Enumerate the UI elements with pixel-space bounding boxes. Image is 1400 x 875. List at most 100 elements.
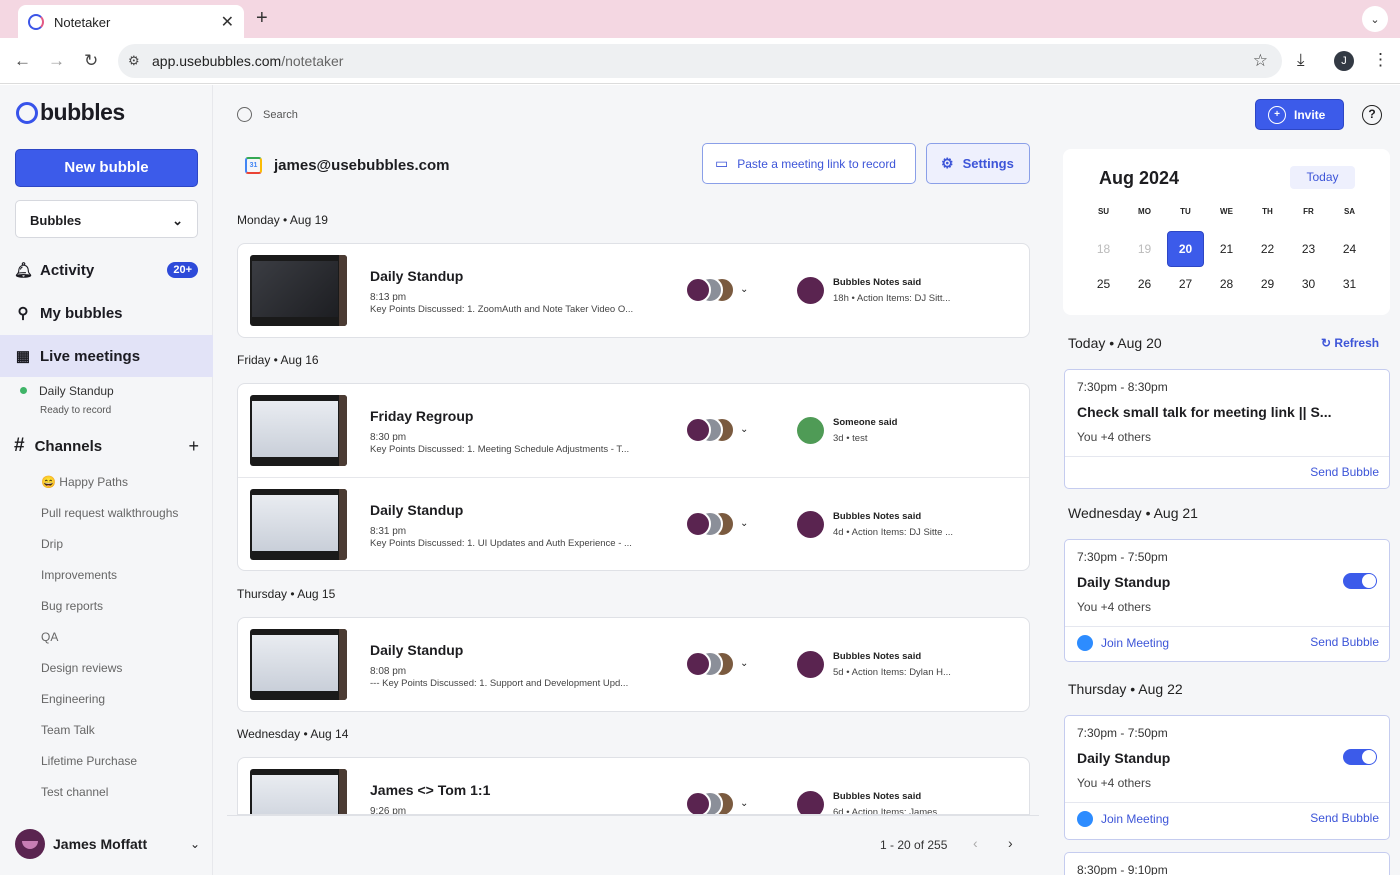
channel-item[interactable]: Team Talk [41, 723, 95, 737]
meeting-thumbnail[interactable] [250, 629, 347, 700]
tab-search-chevron-icon[interactable]: ⌄ [1362, 6, 1388, 32]
close-tab-icon[interactable]: ✕ [221, 12, 234, 32]
sidebar-item-activity[interactable]: 🔔︎ Activity 20+ [0, 250, 213, 290]
more-menu-icon[interactable]: ⋮ [1372, 50, 1389, 70]
chevron-down-icon[interactable]: ⌄ [740, 518, 748, 529]
new-tab-icon[interactable]: + [256, 7, 268, 30]
sidebar-item-live-meetings[interactable]: ▦ Live meetings [0, 335, 213, 377]
send-bubble-button[interactable]: Send Bubble [1310, 635, 1379, 649]
prev-page-icon[interactable]: ‹ [973, 835, 978, 851]
new-bubble-button[interactable]: New bubble [15, 149, 198, 187]
user-name: James Moffatt [53, 836, 148, 852]
meeting-row[interactable]: Friday Regroup 8:30 pm Key Points Discus… [238, 384, 1029, 477]
channel-item[interactable]: Engineering [41, 692, 105, 706]
channel-item[interactable]: Lifetime Purchase [41, 754, 137, 768]
settings-button[interactable]: ⚙ Settings [926, 143, 1030, 184]
paste-meeting-link-button[interactable]: ▭ Paste a meeting link to record [702, 143, 916, 184]
comment-author: Bubbles Notes said [833, 651, 922, 662]
event-card[interactable]: 7:30pm - 7:50pm Daily Standup You +4 oth… [1064, 715, 1390, 840]
avatar [15, 829, 45, 859]
send-bubble-button[interactable]: Send Bubble [1310, 465, 1379, 479]
calendar-day[interactable]: 27 [1165, 277, 1206, 291]
join-meeting-link[interactable]: Join Meeting [1077, 811, 1169, 827]
event-title: Check small talk for meeting link || S..… [1077, 404, 1332, 420]
forward-icon[interactable]: → [48, 51, 65, 71]
calendar-day[interactable]: 21 [1206, 231, 1247, 267]
record-toggle[interactable] [1343, 749, 1377, 765]
channel-item[interactable]: Test channel [41, 785, 108, 799]
invite-button[interactable]: + Invite [1255, 99, 1344, 130]
calendar-day[interactable]: 19 [1124, 231, 1165, 267]
today-button[interactable]: Today [1290, 166, 1355, 189]
join-label: Join Meeting [1101, 636, 1170, 650]
meeting-row[interactable]: Daily Standup 8:13 pm Key Points Discuss… [238, 244, 1029, 337]
channel-item[interactable]: Drip [41, 537, 63, 551]
chevron-down-icon[interactable]: ⌄ [740, 798, 748, 809]
help-icon[interactable]: ? [1362, 105, 1382, 125]
event-card[interactable]: 8:30pm - 9:10pm [1064, 852, 1390, 875]
weekday-header: SU MO TU WE TH FR SA [1083, 207, 1370, 216]
event-card[interactable]: 7:30pm - 8:30pm Check small talk for mee… [1064, 369, 1390, 489]
chevron-down-icon[interactable]: ⌄ [740, 658, 748, 669]
video-camera-icon: ▭ [715, 155, 729, 171]
day-heading: Thursday • Aug 22 [1068, 681, 1183, 697]
channel-item[interactable]: QA [41, 630, 58, 644]
workspace-select-value: Bubbles [30, 213, 82, 228]
workspace-select[interactable]: Bubbles ⌄ [15, 200, 198, 238]
calendar-day[interactable]: 28 [1206, 277, 1247, 291]
channel-item[interactable]: 😄 Happy Paths [41, 475, 128, 489]
participant-avatars [685, 791, 737, 814]
calendar-month: Aug 2024 [1099, 168, 1180, 188]
bookmark-star-icon[interactable]: ☆ [1253, 51, 1268, 71]
profile-avatar[interactable]: J [1334, 51, 1354, 71]
record-toggle[interactable] [1343, 573, 1377, 589]
meeting-thumbnail[interactable] [250, 489, 347, 560]
next-page-icon[interactable]: › [1008, 835, 1013, 851]
calendar-day[interactable]: 18 [1083, 231, 1124, 267]
live-meeting-status: Ready to record [40, 405, 112, 416]
calendar-day[interactable]: 26 [1124, 277, 1165, 291]
meeting-row[interactable]: Daily Standup 8:08 pm --- Key Points Dis… [238, 618, 1029, 711]
site-info-icon[interactable]: ⚙ [128, 53, 140, 69]
channel-item[interactable]: Improvements [41, 568, 117, 582]
back-icon[interactable]: ← [14, 51, 31, 71]
event-card[interactable]: 7:30pm - 7:50pm Daily Standup You +4 oth… [1064, 539, 1390, 662]
sidebar-item-label: My bubbles [40, 304, 123, 322]
commenter-avatar [797, 791, 824, 814]
refresh-button[interactable]: ↻ Refresh [1321, 336, 1379, 350]
channel-item[interactable]: Bug reports [41, 599, 103, 613]
chevron-down-icon[interactable]: ⌄ [740, 284, 748, 295]
sidebar-item-my-bubbles[interactable]: ⚲ My bubbles [0, 293, 213, 333]
tab-notetaker[interactable]: Notetaker ✕ [18, 5, 244, 39]
calendar-day[interactable]: 30 [1288, 277, 1329, 291]
calendar-day[interactable]: 22 [1247, 231, 1288, 267]
meeting-row[interactable]: Daily Standup 8:31 pm Key Points Discuss… [238, 477, 1029, 570]
channels-header[interactable]: # Channels + [14, 435, 199, 457]
meeting-thumbnail[interactable] [250, 395, 347, 466]
join-meeting-link[interactable]: Join Meeting [1077, 635, 1169, 651]
chevron-down-icon[interactable]: ⌄ [740, 424, 748, 435]
calendar-day[interactable]: 29 [1247, 277, 1288, 291]
send-bubble-button[interactable]: Send Bubble [1310, 811, 1379, 825]
calendar-day-selected[interactable]: 20 [1167, 231, 1204, 267]
user-menu[interactable]: James Moffatt ⌄ [15, 829, 200, 859]
event-footer: Send Bubble [1065, 456, 1389, 488]
download-icon[interactable]: ⤓ [1297, 50, 1305, 70]
address-bar[interactable]: ⚙ app.usebubbles.com/notetaker ☆ [118, 44, 1282, 78]
meeting-summary: Key Points Discussed: 1. ZoomAuth and No… [370, 304, 634, 315]
channel-item[interactable]: Design reviews [41, 661, 122, 675]
channel-item[interactable]: Pull request walkthroughs [41, 506, 178, 520]
meeting-summary: Key Points Discussed: 1. UI Updates and … [370, 538, 632, 549]
reload-icon[interactable]: ↻ [84, 51, 98, 71]
meeting-thumbnail[interactable] [250, 769, 347, 814]
bubbles-logo[interactable]: bubbles [16, 99, 125, 126]
meeting-thumbnail[interactable] [250, 255, 347, 326]
calendar-day[interactable]: 25 [1083, 277, 1124, 291]
calendar-day[interactable]: 24 [1329, 231, 1370, 267]
live-meeting-item[interactable]: Daily Standup Ready to record [20, 382, 114, 416]
calendar-day[interactable]: 23 [1288, 231, 1329, 267]
meeting-row[interactable]: James <> Tom 1:1 9:26 pm ⌄ Bubbles Notes… [238, 758, 1029, 814]
search-input[interactable]: Search [237, 107, 298, 122]
calendar-day[interactable]: 31 [1329, 277, 1370, 291]
add-channel-icon[interactable]: + [188, 436, 199, 457]
